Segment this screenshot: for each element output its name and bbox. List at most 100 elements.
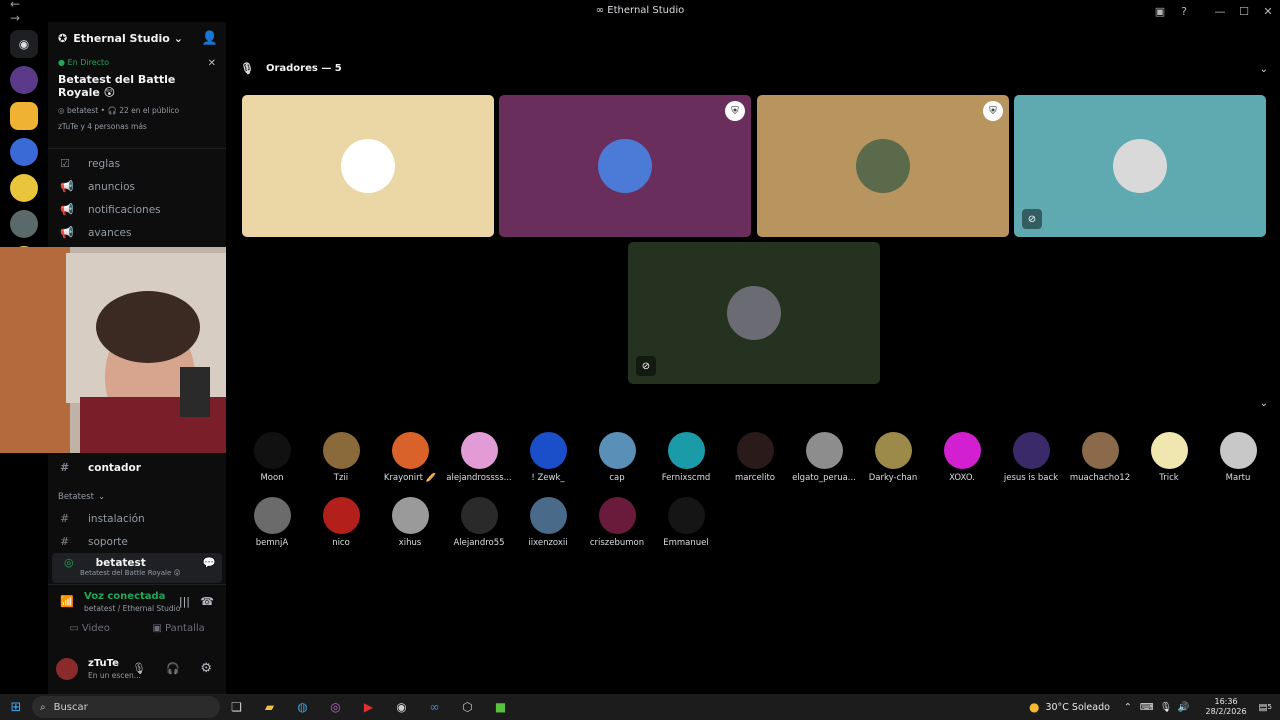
server-header[interactable]: ✪ Ethernal Studio ⌄ 👤 bbox=[48, 22, 226, 54]
discord-home-icon[interactable]: ◉ bbox=[10, 30, 38, 58]
audience-member[interactable]: Alejandro55 bbox=[445, 497, 513, 548]
audience-member[interactable]: Trick bbox=[1135, 432, 1203, 483]
channel-avances[interactable]: 📢 avances bbox=[48, 221, 226, 244]
taskbar-search[interactable]: ⌕ Buscar bbox=[32, 696, 220, 718]
edge-icon[interactable]: ◍ bbox=[286, 700, 319, 714]
audience-member[interactable]: Tzii bbox=[307, 432, 375, 483]
speaker-tile[interactable]: ⛨ bbox=[499, 95, 751, 237]
notifications-icon[interactable]: ▤ bbox=[1259, 702, 1268, 713]
headphones-icon[interactable]: 🎧 bbox=[166, 662, 180, 675]
audience-name: iixenzoxii bbox=[528, 538, 568, 548]
audience-member[interactable]: muachacho12 bbox=[1066, 432, 1134, 483]
channel-label: anuncios bbox=[88, 180, 135, 193]
category-betatest[interactable]: Betatest ⌄ bbox=[48, 487, 226, 507]
obs-icon[interactable]: ◉ bbox=[385, 700, 418, 714]
channel-notificaciones[interactable]: 📢 notificaciones bbox=[48, 198, 226, 221]
audience-member[interactable]: Krayonirt 🥖 bbox=[376, 432, 444, 483]
speakers-header: 🎙 Oradores — 5 bbox=[240, 62, 342, 75]
folder-icon[interactable] bbox=[10, 102, 38, 130]
video-icon: ▭ bbox=[69, 623, 82, 634]
shield-icon[interactable]: ⬡ bbox=[451, 700, 484, 714]
inbox-icon[interactable]: ▣ bbox=[1148, 5, 1172, 18]
audience-member[interactable]: Moon bbox=[238, 432, 306, 483]
audience-member[interactable]: elgato_perua... bbox=[790, 432, 858, 483]
clock[interactable]: 16:36 28/2/2026 bbox=[1206, 697, 1247, 717]
help-icon[interactable]: ? bbox=[1172, 5, 1196, 18]
soundboard-icon[interactable]: ||| bbox=[179, 595, 190, 608]
audience-name: elgato_perua... bbox=[792, 473, 856, 483]
audience-member[interactable]: ! Zewk_ bbox=[514, 432, 582, 483]
avatar bbox=[391, 497, 429, 534]
audience-member[interactable]: jesus is back bbox=[997, 432, 1065, 483]
windows-start-icon[interactable]: ⊞ bbox=[0, 700, 32, 715]
channel-soporte[interactable]: # soporte bbox=[48, 530, 226, 553]
app-icon[interactable]: ◎ bbox=[319, 700, 352, 714]
audience-member[interactable]: Fernixscmd bbox=[652, 432, 720, 483]
audience-member[interactable]: Martu bbox=[1204, 432, 1272, 483]
audience-member[interactable]: xihus bbox=[376, 497, 444, 548]
chevron-down-icon[interactable]: ⌄ bbox=[1260, 64, 1268, 75]
audience-member[interactable]: nico bbox=[307, 497, 375, 548]
avatar[interactable] bbox=[56, 658, 78, 680]
voice-panel: 📶 Voz conectada betatest / Ethernal Stud… bbox=[48, 584, 226, 644]
invite-icon[interactable]: 👤 bbox=[202, 31, 218, 46]
channel-anuncios[interactable]: 📢 anuncios bbox=[48, 175, 226, 198]
audience-name: Fernixscmd bbox=[661, 473, 711, 483]
microphone-icon[interactable]: 🎙 bbox=[132, 662, 146, 675]
disconnect-icon[interactable]: ☎ bbox=[200, 595, 214, 608]
microphone-icon[interactable]: 🎙 bbox=[1160, 702, 1172, 713]
channel-contador[interactable]: # contador bbox=[48, 456, 226, 479]
audience-member[interactable]: Darky-chan bbox=[859, 432, 927, 483]
live-dot-icon: ● bbox=[58, 58, 68, 67]
audience-member[interactable]: alejandrossss... bbox=[445, 432, 513, 483]
channel-label: avances bbox=[88, 226, 132, 239]
speaker-tile[interactable]: ⊘ bbox=[628, 242, 880, 384]
clock-time: 16:36 bbox=[1214, 697, 1238, 706]
network-icon[interactable]: ⌨ bbox=[1140, 702, 1154, 713]
live-badge: En Directo bbox=[67, 58, 110, 67]
gear-icon[interactable]: ⚙ bbox=[200, 661, 212, 676]
moderator-badge-icon: ⛨ bbox=[983, 101, 1003, 121]
chevron-down-icon[interactable]: ⌄ bbox=[1260, 398, 1268, 409]
server-icon[interactable] bbox=[10, 138, 38, 166]
chat-icon[interactable]: 💬 bbox=[203, 556, 216, 569]
minimize-button[interactable]: — bbox=[1208, 5, 1232, 18]
speaker-tile[interactable] bbox=[242, 95, 494, 237]
server-icon[interactable] bbox=[10, 174, 38, 202]
audience-member[interactable]: criszebumon bbox=[583, 497, 651, 548]
audience-member[interactable]: Emmanuel bbox=[652, 497, 720, 548]
server-icon-ethernal[interactable] bbox=[10, 66, 38, 94]
notification-count: 5 bbox=[1267, 703, 1272, 711]
app-icon[interactable]: ∞ bbox=[418, 700, 451, 714]
audience-member[interactable]: XOXO. bbox=[928, 432, 996, 483]
chevron-up-icon[interactable]: ⌃ bbox=[1124, 702, 1132, 713]
close-icon[interactable]: ✕ bbox=[208, 58, 216, 69]
speaker-tile[interactable]: ⛨ bbox=[757, 95, 1009, 237]
channel-subtitle: Betatest del Battle Royale 😲 bbox=[80, 569, 181, 577]
channel-betatest[interactable]: ◎ betatest 💬 Betatest del Battle Royale … bbox=[52, 553, 222, 583]
audience-member[interactable]: iixenzoxii bbox=[514, 497, 582, 548]
server-icon[interactable] bbox=[10, 210, 38, 238]
channel-instalacion[interactable]: # instalación bbox=[48, 507, 226, 530]
live-stage-card[interactable]: ● En Directo ✕ Betatest del Battle Royale… bbox=[48, 54, 226, 149]
megaphone-icon: 📢 bbox=[60, 226, 74, 239]
weather-text[interactable]: 30°C Soleado bbox=[1045, 702, 1109, 713]
voice-status: Voz conectada bbox=[84, 591, 166, 602]
audience-name: jesus is back bbox=[1003, 473, 1059, 483]
channel-reglas[interactable]: ☑ reglas bbox=[48, 152, 226, 175]
audience-member[interactable]: bemnjA bbox=[238, 497, 306, 548]
audience-member[interactable]: cap bbox=[583, 432, 651, 483]
task-view-icon[interactable]: ❏ bbox=[220, 700, 253, 714]
speaker-tile[interactable]: ⊘ bbox=[1014, 95, 1266, 237]
screen-share-button[interactable]: ▣ Pantalla bbox=[152, 623, 204, 634]
signal-icon[interactable]: 📶 bbox=[60, 595, 74, 608]
video-button[interactable]: ▭ Video bbox=[69, 623, 110, 634]
minecraft-icon[interactable]: ■ bbox=[484, 700, 517, 714]
close-button[interactable]: ✕ bbox=[1256, 5, 1280, 18]
maximize-button[interactable]: ☐ bbox=[1232, 5, 1256, 18]
audience-member[interactable]: marcelito bbox=[721, 432, 789, 483]
volume-icon[interactable]: 🔊 bbox=[1178, 702, 1190, 713]
avatar bbox=[667, 497, 705, 534]
youtube-icon[interactable]: ▶ bbox=[352, 700, 385, 714]
file-explorer-icon[interactable]: ▰ bbox=[253, 700, 286, 714]
